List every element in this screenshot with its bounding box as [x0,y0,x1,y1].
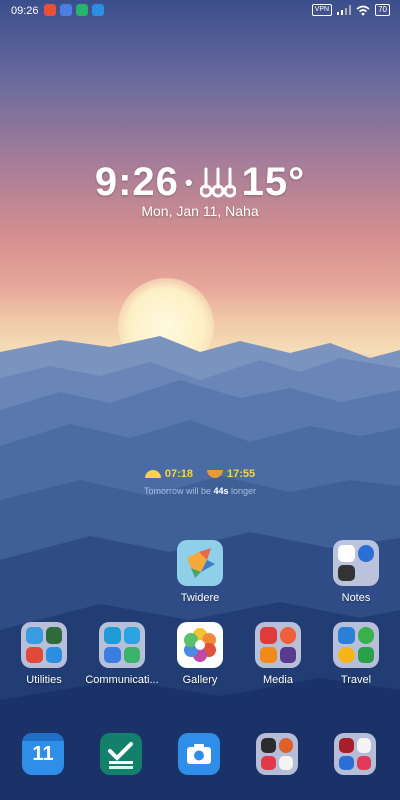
navigation-notification-icon [44,4,56,16]
calendar-date: 11 [32,743,54,765]
app-gallery[interactable]: Gallery [160,622,240,686]
gallery-flower-icon [177,622,223,668]
folder-communication[interactable]: Communicati... [82,622,162,686]
camera-icon [178,733,220,775]
apps-folder-icon [256,733,298,775]
calendar-icon: 11 [22,733,64,775]
app-notification-icon [76,4,88,16]
travel-folder-icon [333,622,379,668]
tasks-check-icon [100,733,142,775]
day-length-suffix: longer [231,486,257,496]
folder-notes[interactable]: Notes [316,540,396,604]
twidere-bird-icon [177,540,223,586]
folder-utilities[interactable]: Utilities [4,622,84,686]
temperature: 15° [241,160,306,204]
notes-folder-icon [333,540,379,586]
app-label: Communicati... [85,674,159,686]
sun-times-widget[interactable]: 07:18 17:55 [0,468,400,480]
dock-folder-2[interactable] [315,733,395,775]
media-folder-icon [255,622,301,668]
clock-time: 9:26 [94,160,179,204]
signal-icon [337,5,352,15]
day-length-text: Tomorrow will be 44s longer [0,486,400,496]
date-location: Mon, Jan 11, Naha [141,203,259,219]
apps-folder-icon [334,733,376,775]
app-twidere[interactable]: Twidere [160,540,240,604]
app-label: Gallery [182,674,218,686]
sunrise-icon [144,470,161,478]
clock-weather-widget[interactable]: 9:26 • 15° Mon, Jan 11, Naha [0,160,400,219]
upload-notification-icon [92,4,104,16]
app-label: Utilities [26,674,62,686]
dock-folder-1[interactable] [237,733,317,775]
dock-camera[interactable] [159,733,239,775]
dock-calendar[interactable]: 11 [3,733,83,775]
sunrise-time: 07:18 [164,468,193,480]
battery-icon: 70 [375,4,390,16]
home-screen: 09:26 VPN 70 9:26 • 15° Mon, Jan 11, Nah… [0,0,400,800]
folder-travel[interactable]: Travel [316,622,396,686]
app-label: Twidere [180,592,220,604]
dock-tasks[interactable] [81,733,161,775]
day-length-value: 44s [213,486,229,496]
app-label: Travel [340,674,372,686]
thermometer-icon [199,167,236,197]
clock-separator: • [184,169,194,195]
wifi-icon [356,5,370,15]
status-time: 09:26 [11,5,39,17]
app-label: Notes [341,592,371,604]
store-notification-icon [60,4,72,16]
folder-media[interactable]: Media [238,622,318,686]
communication-folder-icon [99,622,145,668]
sunset-icon [207,470,223,478]
day-length-prefix: Tomorrow will be [143,486,211,496]
vpn-badge: VPN [311,4,333,16]
app-label: Media [263,674,293,686]
status-bar: 09:26 VPN 70 [0,0,400,22]
utilities-folder-icon [21,622,67,668]
sunset-time: 17:55 [227,468,256,480]
